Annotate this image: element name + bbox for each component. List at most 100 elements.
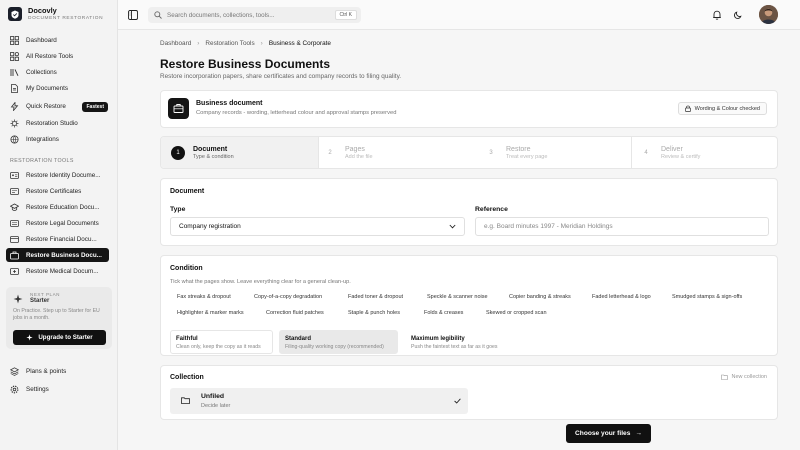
- id-card-icon: [10, 172, 19, 179]
- breadcrumb-separator-icon: ›: [197, 40, 200, 47]
- chip-correction-fluid[interactable]: Correction fluid patches: [261, 307, 329, 319]
- chip-copier-banding[interactable]: Copier banding & streaks: [504, 291, 576, 303]
- sidebar-item-label: Restore Business Docu...: [26, 251, 102, 259]
- chevron-down-icon: [449, 224, 456, 229]
- chip-speckle-noise[interactable]: Speckle & scanner noise: [422, 291, 493, 303]
- type-select[interactable]: Company registration: [170, 217, 465, 236]
- breadcrumb: Dashboard › Restoration Tools › Business…: [160, 40, 331, 47]
- chip-faded-letterhead[interactable]: Faded letterhead & logo: [587, 291, 656, 303]
- sidebar-item-label: Restore Medical Docum...: [26, 268, 99, 275]
- breadcrumb-current: Business & Corporate: [268, 40, 331, 47]
- upgrade-button[interactable]: Upgrade to Starter: [13, 330, 106, 345]
- chip-fax-streaks[interactable]: Fax streaks & dropout: [172, 291, 236, 303]
- sidebar-item-label: Restore Legal Documents: [26, 220, 99, 227]
- chip-skewed-scan[interactable]: Skewed or cropped scan: [481, 307, 552, 319]
- sidebar-item-quick-restore[interactable]: Quick Restore Fastest: [6, 100, 109, 113]
- sidebar-item-dashboard[interactable]: Dashboard: [6, 34, 109, 47]
- step-divider: [318, 137, 319, 168]
- level-faithful[interactable]: Faithful Clean only, keep the copy as it…: [170, 330, 273, 354]
- sidebar-item-all-restore-tools[interactable]: All Restore Tools: [6, 50, 109, 63]
- sidebar-item-my-documents[interactable]: My Documents: [6, 82, 109, 95]
- sidebar-item-label: Quick Restore: [26, 103, 66, 110]
- breadcrumb-restoration-tools[interactable]: Restoration Tools: [205, 40, 254, 47]
- step-title: Restore: [506, 146, 531, 153]
- dashboard-icon: [10, 36, 19, 45]
- check-icon: [454, 398, 461, 404]
- search-input[interactable]: Search documents, collections, tools...: [167, 12, 274, 19]
- wording-colour-badge: Wording & Colour checked: [677, 102, 767, 115]
- level-maximum-legibility[interactable]: Maximum legibility Push the faintest tex…: [405, 330, 510, 354]
- breadcrumb-dashboard[interactable]: Dashboard: [160, 40, 191, 47]
- document-icon: [11, 84, 18, 93]
- brand-tagline: DOCUMENT RESTORATION: [28, 16, 104, 21]
- logo-icon: [8, 7, 22, 21]
- sidebar-toggle-icon[interactable]: [128, 10, 138, 20]
- step-deliver[interactable]: 4 Deliver Review & certify: [639, 137, 777, 168]
- sidebar-item-restore-identity[interactable]: Restore Identity Docume...: [6, 169, 109, 182]
- level-subtitle: Clean only, keep the copy as it reads: [176, 344, 261, 350]
- sidebar-item-collections[interactable]: Collections: [6, 66, 109, 79]
- step-title: Document: [193, 146, 228, 153]
- sidebar-item-integrations[interactable]: Integrations: [6, 133, 109, 146]
- chip-faded-toner[interactable]: Faded toner & dropout: [343, 291, 408, 303]
- medical-icon: [10, 268, 19, 275]
- folder-plus-icon: [720, 374, 728, 380]
- sidebar-item-settings[interactable]: Settings: [6, 383, 109, 396]
- sidebar-item-restore-legal[interactable]: Restore Legal Documents: [6, 217, 109, 230]
- topbar: Search documents, collections, tools... …: [118, 0, 800, 30]
- step-title: Deliver: [661, 146, 683, 153]
- new-collection-button[interactable]: New collection: [720, 374, 767, 380]
- search-bar[interactable]: Search documents, collections, tools... …: [148, 7, 361, 23]
- stepper: 1 Document Type & condition 2 Pages Add th…: [160, 136, 778, 169]
- briefcase-icon: [168, 98, 189, 119]
- plan-name: Starter: [30, 298, 50, 304]
- chip-highlighter[interactable]: Highlighter & marker marks: [172, 307, 249, 319]
- type-label: Type: [170, 206, 186, 213]
- level-standard[interactable]: Standard Filing-quality working copy (re…: [279, 330, 398, 354]
- sidebar-item-plans-points[interactable]: Plans & points: [6, 365, 109, 378]
- step-pages[interactable]: 2 Pages Add the file: [323, 137, 473, 168]
- brand[interactable]: Docovly DOCUMENT RESTORATION: [8, 6, 103, 22]
- step-subtitle: Review & certify: [661, 154, 701, 160]
- tools-icon: [10, 52, 19, 61]
- chip-folds-creases[interactable]: Folds & creases: [419, 307, 468, 319]
- document-type-title: Business document: [196, 100, 263, 107]
- new-collection-label: New collection: [731, 374, 767, 380]
- sidebar-item-label: Plans & points: [26, 368, 67, 375]
- search-shortcut: Ctrl K: [334, 10, 357, 20]
- breadcrumb-separator-icon: ›: [260, 40, 263, 47]
- sidebar-item-restore-medical[interactable]: Restore Medical Docum...: [6, 265, 109, 278]
- sidebar-item-label: Restore Certificates: [26, 188, 82, 195]
- reference-placeholder: e.g. Board minutes 1997 - Meridian Holdi…: [484, 223, 613, 230]
- collection-section: Collection New collection Unfiled Decide…: [160, 365, 778, 420]
- sidebar-item-restore-financial[interactable]: Restore Financial Docu...: [6, 233, 109, 246]
- chip-smudged-stamps[interactable]: Smudged stamps & sign-offs: [667, 291, 747, 303]
- document-type-card: Business document Company records - word…: [160, 90, 778, 128]
- step-restore[interactable]: 3 Restore Treat every page: [484, 137, 634, 168]
- financial-icon: [10, 236, 19, 243]
- layers-icon: [10, 367, 19, 376]
- sidebar-item-restore-business[interactable]: Restore Business Docu...: [6, 248, 109, 262]
- avatar[interactable]: [759, 5, 778, 24]
- chip-copy-degradation[interactable]: Copy-of-a-copy degradation: [249, 291, 327, 303]
- reference-input[interactable]: e.g. Board minutes 1997 - Meridian Holdi…: [475, 217, 769, 236]
- choose-files-label: Choose your files: [575, 430, 631, 437]
- step-subtitle: Type & condition: [193, 154, 234, 160]
- step-number: 2: [328, 150, 332, 156]
- moon-icon[interactable]: [733, 10, 743, 20]
- sidebar-item-restoration-studio[interactable]: Restoration Studio: [6, 117, 109, 130]
- sidebar-item-restore-education[interactable]: Restore Education Docu...: [6, 201, 109, 214]
- step-title: Pages: [345, 146, 365, 153]
- choose-files-button[interactable]: Choose your files →: [566, 424, 651, 443]
- bell-icon[interactable]: [712, 10, 722, 20]
- document-type-subtitle: Company records - wording, letterhead co…: [196, 110, 397, 116]
- collection-option-unfiled[interactable]: Unfiled Decide later: [170, 388, 468, 414]
- document-heading: Document: [170, 188, 205, 195]
- lock-icon: [684, 105, 691, 112]
- search-icon: [154, 11, 162, 19]
- chip-staple-holes[interactable]: Staple & punch holes: [343, 307, 405, 319]
- step-document[interactable]: 1 Document Type & condition: [161, 137, 318, 168]
- level-subtitle: Filing-quality working copy (recommended…: [285, 344, 384, 350]
- sidebar-item-restore-certificates[interactable]: Restore Certificates: [6, 185, 109, 198]
- sidebar-item-label: Dashboard: [26, 37, 57, 44]
